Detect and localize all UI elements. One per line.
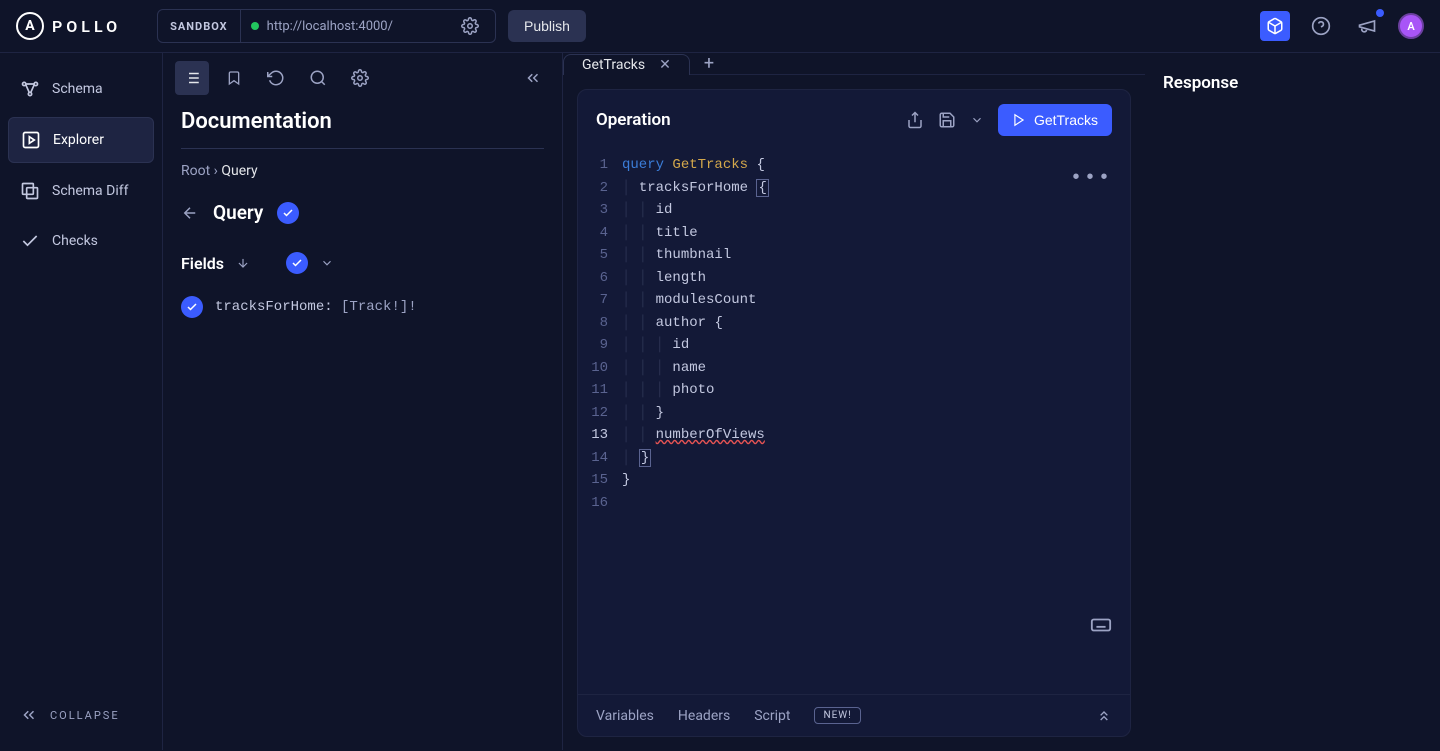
share-icon[interactable]: [906, 111, 924, 129]
help-icon[interactable]: [1306, 11, 1336, 41]
collapse-label: COLLAPSE: [50, 709, 120, 722]
sidebar-item-label: Checks: [52, 233, 98, 249]
diff-icon: [20, 181, 40, 201]
query-header-row: Query: [181, 193, 544, 246]
bookmark-icon[interactable]: [217, 61, 251, 95]
response-title: Response: [1163, 73, 1422, 93]
checks-icon: [20, 231, 40, 251]
top-header: A POLLO SANDBOX http://localhost:4000/ P…: [0, 0, 1440, 53]
add-tab-button[interactable]: +: [690, 53, 728, 74]
sidebar-item-label: Explorer: [53, 132, 104, 148]
documentation-panel: Documentation Root › Query Query: [163, 53, 563, 750]
search-icon[interactable]: [301, 61, 335, 95]
publish-button[interactable]: Publish: [508, 10, 586, 42]
cube-icon[interactable]: [1260, 11, 1290, 41]
megaphone-icon[interactable]: [1352, 11, 1382, 41]
header-right-actions: A: [1260, 11, 1424, 41]
field-name: tracksForHome:: [215, 299, 333, 315]
chevron-double-left-icon: [20, 706, 38, 724]
gear-icon[interactable]: [401, 17, 485, 35]
sandbox-label: SANDBOX: [158, 10, 241, 42]
new-badge: NEW!: [814, 707, 860, 724]
editor-area: GetTracks ✕ + Operation: [563, 53, 1145, 750]
left-sidebar: Schema Explorer Schema Diff Checks COLLA…: [0, 53, 163, 750]
play-icon: [1012, 113, 1026, 127]
settings-icon[interactable]: [343, 61, 377, 95]
avatar[interactable]: A: [1398, 13, 1424, 39]
breadcrumb: Root › Query: [181, 149, 544, 193]
field-row[interactable]: tracksForHome: [Track!]!: [181, 290, 544, 324]
connection-status-dot: [251, 22, 259, 30]
collapse-sidebar-button[interactable]: COLLAPSE: [8, 694, 154, 736]
expand-up-icon[interactable]: [1096, 708, 1112, 724]
query-label: Query: [213, 201, 263, 224]
sidebar-item-schema[interactable]: Schema: [8, 67, 154, 111]
doc-title: Documentation: [181, 103, 544, 149]
sidebar-item-checks[interactable]: Checks: [8, 219, 154, 263]
select-all-check-icon[interactable]: [286, 252, 308, 274]
apollo-wordmark: POLLO: [52, 17, 121, 36]
editor-bottom-bar: Variables Headers Script NEW!: [578, 694, 1130, 736]
sidebar-item-explorer[interactable]: Explorer: [8, 117, 154, 163]
field-type: [Track!]!: [341, 299, 417, 315]
sidebar-item-label: Schema: [52, 81, 103, 97]
sidebar-item-label: Schema Diff: [52, 183, 128, 199]
breadcrumb-current: Query: [221, 163, 257, 179]
chevron-down-icon[interactable]: [970, 113, 984, 127]
doc-toolbar: [163, 53, 562, 103]
run-button-label: GetTracks: [1034, 112, 1098, 128]
schema-icon: [20, 79, 40, 99]
tabs-bar: GetTracks ✕ +: [563, 53, 1145, 75]
response-panel: Response: [1145, 53, 1440, 750]
history-icon[interactable]: [259, 61, 293, 95]
check-badge-icon[interactable]: [277, 202, 299, 224]
list-view-icon[interactable]: [175, 61, 209, 95]
url-text: http://localhost:4000/: [267, 19, 393, 34]
tab-gettracks[interactable]: GetTracks ✕: [563, 54, 690, 75]
save-icon[interactable]: [938, 111, 956, 129]
tab-script[interactable]: Script: [754, 708, 790, 724]
operation-title: Operation: [596, 110, 892, 130]
fields-label: Fields: [181, 254, 224, 273]
apollo-logo-mark: A: [16, 12, 44, 40]
more-options-icon[interactable]: •••: [1070, 168, 1112, 191]
tab-headers[interactable]: Headers: [678, 708, 730, 724]
operation-header: Operation GetTracks: [578, 90, 1130, 150]
run-query-button[interactable]: GetTracks: [998, 104, 1112, 136]
close-icon[interactable]: ✕: [659, 57, 671, 73]
sandbox-url-input[interactable]: http://localhost:4000/: [241, 10, 495, 42]
explorer-icon: [21, 130, 41, 150]
keyboard-icon[interactable]: [1090, 614, 1112, 636]
collapse-panel-icon[interactable]: [516, 61, 550, 95]
sort-arrow-icon[interactable]: [236, 256, 250, 270]
apollo-logo[interactable]: A POLLO: [16, 12, 121, 40]
field-check-icon[interactable]: [181, 296, 203, 318]
tab-variables[interactable]: Variables: [596, 708, 654, 724]
sidebar-item-schema-diff[interactable]: Schema Diff: [8, 169, 154, 213]
back-arrow-icon[interactable]: [181, 204, 199, 222]
code-editor[interactable]: ••• 1query GetTracks { 2│ tracksForHome …: [578, 150, 1130, 694]
sandbox-pill: SANDBOX http://localhost:4000/: [157, 9, 496, 43]
tab-label: GetTracks: [582, 57, 645, 73]
notification-dot: [1376, 9, 1384, 17]
chevron-down-icon[interactable]: [320, 256, 334, 270]
breadcrumb-root[interactable]: Root: [181, 163, 210, 179]
fields-header: Fields: [181, 246, 544, 290]
operation-card: Operation GetTracks: [577, 89, 1131, 737]
